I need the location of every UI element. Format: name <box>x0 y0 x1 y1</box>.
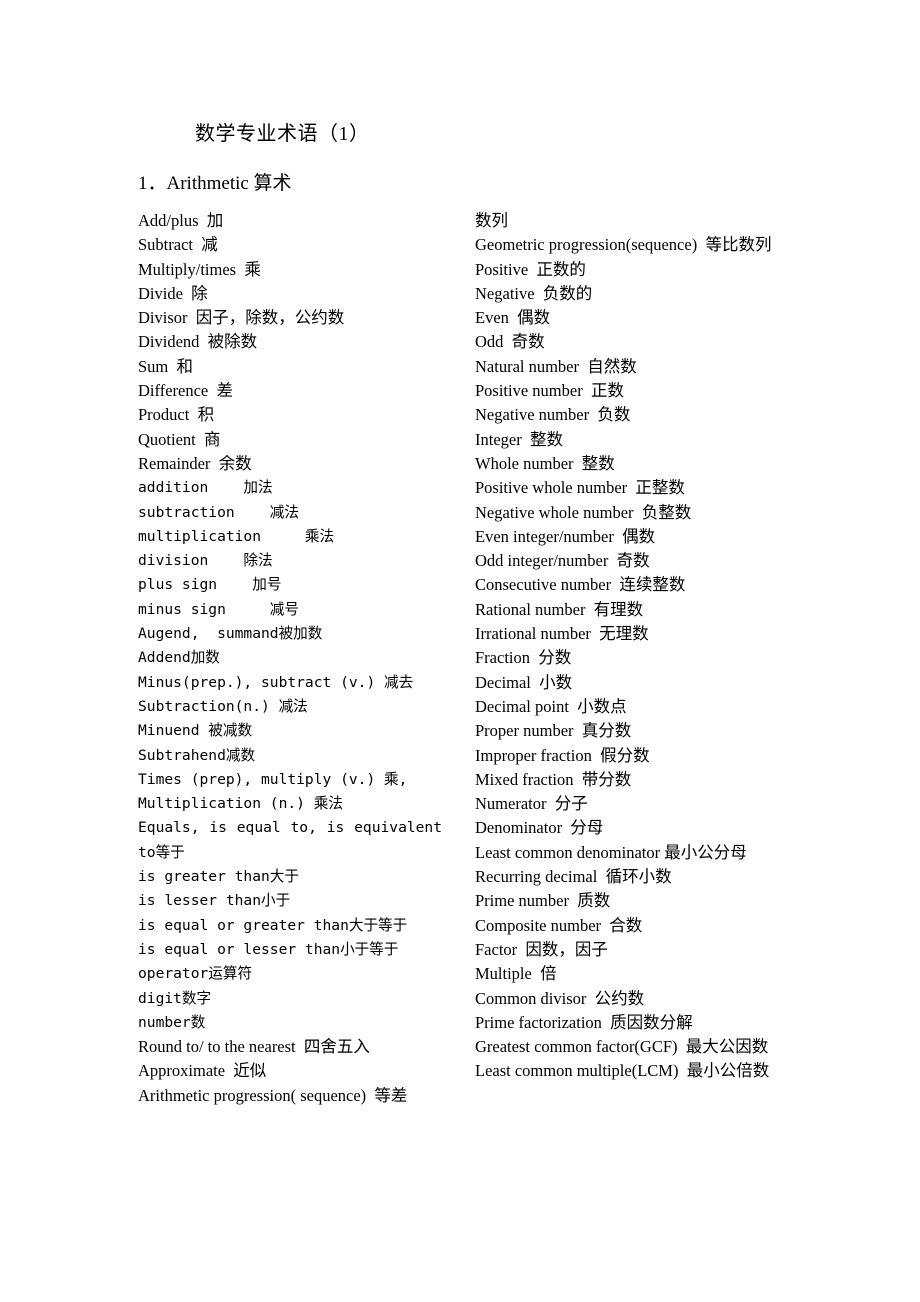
term-entry: Geometric progression(sequence) 等比数列 <box>475 235 772 255</box>
term-entry: Addend加数 <box>138 649 220 667</box>
term-entry: is equal or greater than大于等于 <box>138 916 408 934</box>
term-entry: Subtraction(n.) 减法 <box>138 697 308 715</box>
term-entry: subtraction 减法 <box>138 503 299 521</box>
term-entry: Divide 除 <box>138 283 208 303</box>
term-entry: Irrational number 无理数 <box>475 624 649 644</box>
term-entry: Denominator 分母 <box>475 818 604 838</box>
term-entry: plus sign 加号 <box>138 576 282 594</box>
term-entry: Add/plus 加 <box>138 211 224 230</box>
term-entry: Least common multiple(LCM) 最小公倍数 <box>475 1061 770 1081</box>
term-entry: Greatest common factor(GCF) 最大公因数 <box>475 1037 769 1057</box>
term-entry: Minus(prep.), subtract (v.) 减去 <box>138 673 414 691</box>
term-entry: digit数字 <box>138 989 212 1007</box>
term-entry: Approximate 近似 <box>138 1061 267 1081</box>
term-entry: number数 <box>138 1013 206 1031</box>
term-entry: Positive 正数的 <box>475 259 586 279</box>
term-entry: Positive whole number 正整数 <box>475 478 685 498</box>
term-entry: Multiple 倍 <box>475 964 557 984</box>
term-entry: is equal or lesser than小于等于 <box>138 940 399 958</box>
term-entry: Product 积 <box>138 405 215 425</box>
term-entry: Least common denominator 最小公分母 <box>475 842 747 862</box>
term-entry: Positive number 正数 <box>475 381 624 401</box>
page-title: 数学专业术语（1） <box>195 123 370 145</box>
term-entry: 数列 <box>475 211 508 230</box>
term-entry: addition 加法 <box>138 479 273 497</box>
term-entry: minus sign 减号 <box>138 600 299 618</box>
term-entry: is lesser than小于 <box>138 892 291 910</box>
term-entry: Decimal point 小数点 <box>475 696 627 716</box>
term-entry: Natural number 自然数 <box>475 356 637 376</box>
term-entry: Odd integer/number 奇数 <box>475 551 650 571</box>
term-entry: Prime factorization 质因数分解 <box>475 1012 693 1032</box>
term-entry: Common divisor 公约数 <box>475 988 645 1008</box>
term-entry: Negative whole number 负整数 <box>475 502 692 522</box>
term-entry: Recurring decimal 循环小数 <box>475 867 672 887</box>
term-entry: Odd 奇数 <box>475 332 545 352</box>
term-column-left: Add/plus 加 Subtract 减 Multiply/times 乘 Divi… <box>138 209 448 1108</box>
term-entry: operator运算符 <box>138 965 253 983</box>
term-entry: Improper fraction 假分数 <box>475 745 650 765</box>
term-entry: Times (prep), multiply (v.) 乘, <box>138 770 408 788</box>
term-entry: Subtrahend减数 <box>138 746 256 764</box>
term-entry: Negative number 负数 <box>475 405 631 425</box>
term-entry: Dividend 被除数 <box>138 332 258 352</box>
term-entry: Factor 因数，因子 <box>475 939 608 959</box>
term-entry: Prime number 质数 <box>475 891 611 911</box>
term-entry: Negative 负数的 <box>475 283 593 303</box>
term-entry: Quotient 商 <box>138 429 221 449</box>
term-entry: Decimal 小数 <box>475 672 573 692</box>
term-entry: Sum 和 <box>138 356 194 376</box>
term-entry: Proper number 真分数 <box>475 721 632 741</box>
term-entry: Integer 整数 <box>475 429 563 449</box>
term-entry: Multiplication (n.) 乘法 <box>138 795 343 813</box>
term-entry: Fraction 分数 <box>475 648 572 668</box>
term-entry: Round to/ to the nearest 四舍五入 <box>138 1037 370 1057</box>
term-entry: Difference 差 <box>138 381 233 401</box>
term-entry: multiplication 乘法 <box>138 527 335 545</box>
term-entry: Composite number 合数 <box>475 915 643 935</box>
term-entry: division 除法 <box>138 552 273 570</box>
term-entry: Minuend 被减数 <box>138 722 253 740</box>
term-entry: Rational number 有理数 <box>475 599 644 619</box>
term-entry: Subtract 减 <box>138 235 218 255</box>
term-entry: Consecutive number 连续整数 <box>475 575 686 595</box>
term-column-right: 数列 Geometric progression(sequence) 等比数列 Po… <box>475 209 783 1084</box>
term-entry: Divisor 因子，除数，公约数 <box>138 308 345 328</box>
term-entry: Multiply/times 乘 <box>138 259 261 279</box>
term-entry: Whole number 整数 <box>475 453 615 473</box>
term-entry: is greater than大于 <box>138 868 299 886</box>
term-entry: Equals, is equal to, is equivalent to等于 <box>138 819 451 861</box>
term-entry: Numerator 分子 <box>475 794 588 814</box>
section-heading-arithmetic: 1．Arithmetic 算术 <box>138 173 292 194</box>
term-entry: Mixed fraction 带分数 <box>475 769 632 789</box>
term-entry: Arithmetic progression( sequence) 等差 <box>138 1085 408 1105</box>
term-entry: Even 偶数 <box>475 308 551 328</box>
document-page: 数学专业术语（1） 1．Arithmetic 算术 Add/plus 加 Subt… <box>0 0 920 1302</box>
term-entry: Augend, summand被加数 <box>138 625 323 643</box>
term-entry: Even integer/number 偶数 <box>475 526 656 546</box>
term-entry: Remainder 余数 <box>138 453 252 473</box>
